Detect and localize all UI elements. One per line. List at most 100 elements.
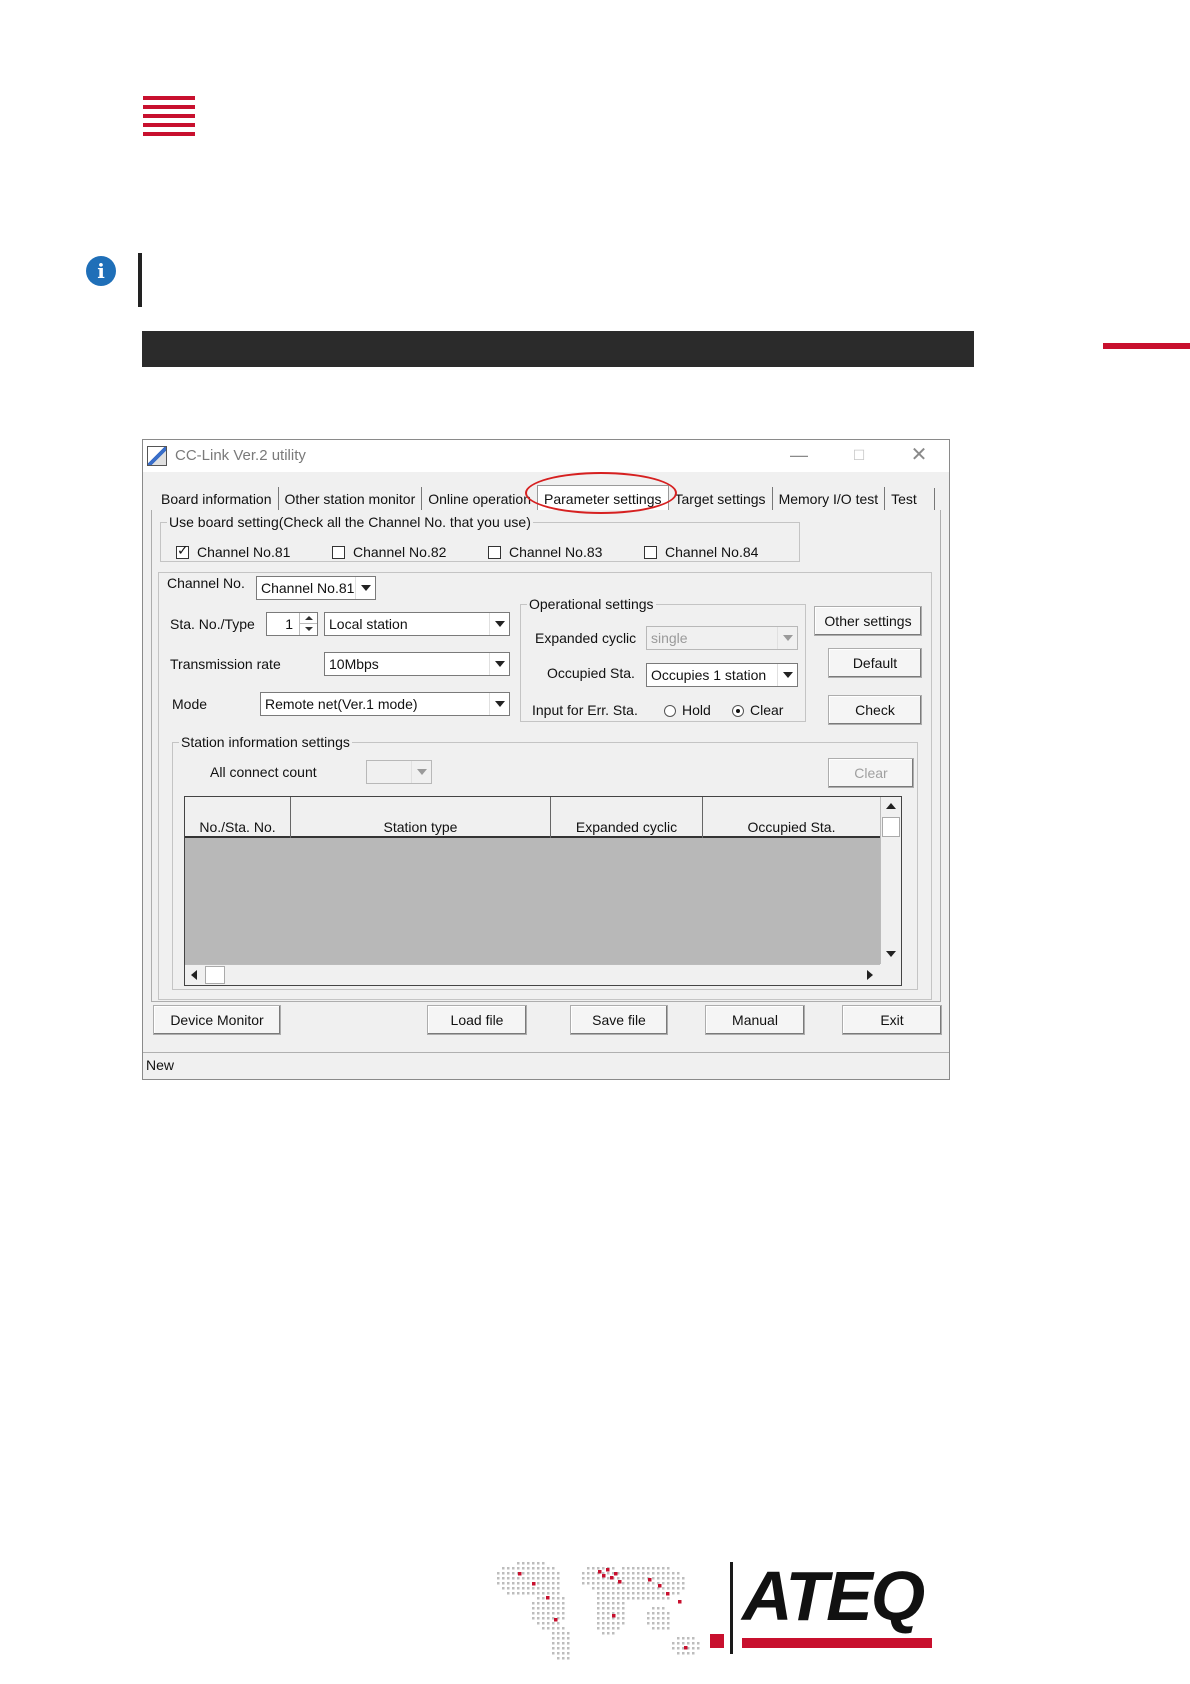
checkbox-icon[interactable]: [332, 546, 345, 559]
chevron-down-icon[interactable]: [489, 613, 509, 635]
sta-no-stepper[interactable]: 1: [266, 612, 318, 636]
map-dot: [597, 1567, 600, 1570]
map-dot: [532, 1592, 535, 1595]
tab-memory-io-test[interactable]: Memory I/O test: [773, 487, 886, 510]
channel-82-checkbox[interactable]: Channel No.82: [332, 544, 446, 560]
chevron-down-icon[interactable]: [489, 693, 509, 715]
tab-online-operation[interactable]: Online operation: [422, 487, 537, 510]
map-dot: [612, 1622, 615, 1625]
close-button[interactable]: ✕: [899, 444, 939, 468]
vertical-scrollbar[interactable]: [880, 797, 901, 965]
column-header-station-type[interactable]: Station type: [291, 797, 551, 838]
map-dot: [557, 1592, 560, 1595]
map-dot: [512, 1592, 515, 1595]
map-dot: [657, 1612, 660, 1615]
chevron-down-icon[interactable]: [777, 627, 797, 649]
maximize-button[interactable]: ☐: [839, 444, 879, 468]
map-dot: [647, 1567, 650, 1570]
map-dot: [607, 1592, 610, 1595]
scroll-left-icon[interactable]: [191, 970, 197, 980]
status-bar: New: [143, 1052, 949, 1079]
map-dot: [542, 1597, 545, 1600]
station-table[interactable]: No./Sta. No. Station type Expanded cycli…: [184, 796, 902, 986]
minimize-button[interactable]: —: [779, 444, 819, 468]
map-dot: [512, 1572, 515, 1575]
scroll-down-icon[interactable]: [886, 951, 896, 957]
map-dot: [652, 1587, 655, 1590]
check-button[interactable]: Check: [828, 695, 922, 725]
map-dot: [532, 1572, 535, 1575]
map-dot: [517, 1577, 520, 1580]
device-monitor-button[interactable]: Device Monitor: [153, 1005, 281, 1035]
chevron-down-icon[interactable]: [355, 577, 375, 599]
horizontal-scrollbar[interactable]: [185, 964, 880, 985]
map-dot: [682, 1577, 685, 1580]
tab-test[interactable]: Test: [885, 487, 923, 510]
save-file-button[interactable]: Save file: [570, 1005, 668, 1035]
channel-81-checkbox[interactable]: Channel No.81: [176, 543, 290, 560]
expanded-cyclic-value: single: [651, 630, 688, 646]
channel-84-checkbox[interactable]: Channel No.84: [644, 544, 758, 560]
map-dot: [627, 1592, 630, 1595]
spin-down-icon[interactable]: [299, 624, 317, 635]
map-dot: [677, 1577, 680, 1580]
map-dot: [557, 1582, 560, 1585]
checkbox-icon[interactable]: [644, 546, 657, 559]
tab-target-settings[interactable]: Target settings: [669, 487, 773, 510]
clear-radio[interactable]: Clear: [732, 702, 783, 718]
world-map-dots-icon: [497, 1562, 700, 1660]
channel-83-checkbox[interactable]: Channel No.83: [488, 544, 602, 560]
column-header-sta-no[interactable]: No./Sta. No.: [185, 797, 291, 838]
horizontal-scroll-thumb[interactable]: [205, 966, 225, 984]
expanded-cyclic-select[interactable]: single: [646, 626, 798, 650]
map-dot: [552, 1637, 555, 1640]
menu-icon[interactable]: [143, 96, 195, 136]
station-type-select[interactable]: Local station: [324, 612, 510, 636]
exit-button[interactable]: Exit: [842, 1005, 942, 1035]
map-dot: [502, 1567, 505, 1570]
map-dot: [617, 1592, 620, 1595]
station-clear-button[interactable]: Clear: [828, 758, 914, 788]
load-file-button[interactable]: Load file: [427, 1005, 527, 1035]
station-type-value: Local station: [329, 616, 408, 632]
transmission-rate-select[interactable]: 10Mbps: [324, 652, 510, 676]
radio-icon[interactable]: [732, 705, 744, 717]
chevron-down-icon[interactable]: [411, 761, 431, 783]
chevron-down-icon[interactable]: [777, 664, 797, 686]
tab-other-station-monitor[interactable]: Other station monitor: [279, 487, 423, 510]
chevron-down-icon[interactable]: [489, 653, 509, 675]
channel-no-select[interactable]: Channel No.81: [256, 576, 376, 600]
map-dot: [517, 1562, 520, 1565]
default-button[interactable]: Default: [828, 648, 922, 678]
hold-radio[interactable]: Hold: [664, 702, 711, 718]
map-dot: [592, 1587, 595, 1590]
checkbox-icon[interactable]: [176, 543, 189, 559]
map-dot: [617, 1612, 620, 1615]
mode-select[interactable]: Remote net(Ver.1 mode): [260, 692, 510, 716]
map-dot: [547, 1572, 550, 1575]
checkbox-icon[interactable]: [488, 546, 501, 559]
column-header-expanded-cyclic[interactable]: Expanded cyclic: [551, 797, 703, 838]
manual-button[interactable]: Manual: [705, 1005, 805, 1035]
vertical-scroll-thumb[interactable]: [882, 817, 900, 837]
column-header-occupied-sta[interactable]: Occupied Sta.: [703, 797, 880, 838]
map-dot: [662, 1582, 665, 1585]
spin-up-icon[interactable]: [299, 613, 317, 624]
map-dot: [547, 1607, 550, 1610]
map-dot: [622, 1607, 625, 1610]
scroll-up-icon[interactable]: [886, 803, 896, 809]
radio-icon[interactable]: [664, 705, 676, 717]
map-dot: [602, 1607, 605, 1610]
map-dot: [627, 1582, 630, 1585]
occupied-sta-select[interactable]: Occupies 1 station: [646, 663, 798, 687]
map-dot: [672, 1587, 675, 1590]
tab-board-information[interactable]: Board information: [155, 487, 279, 510]
other-settings-button[interactable]: Other settings: [814, 606, 922, 636]
map-dot: [597, 1597, 600, 1600]
all-connect-count-select[interactable]: [366, 760, 432, 784]
map-dot: [652, 1597, 655, 1600]
map-dot: [552, 1602, 555, 1605]
map-dot: [537, 1572, 540, 1575]
map-dot: [672, 1582, 675, 1585]
scroll-right-icon[interactable]: [867, 970, 873, 980]
